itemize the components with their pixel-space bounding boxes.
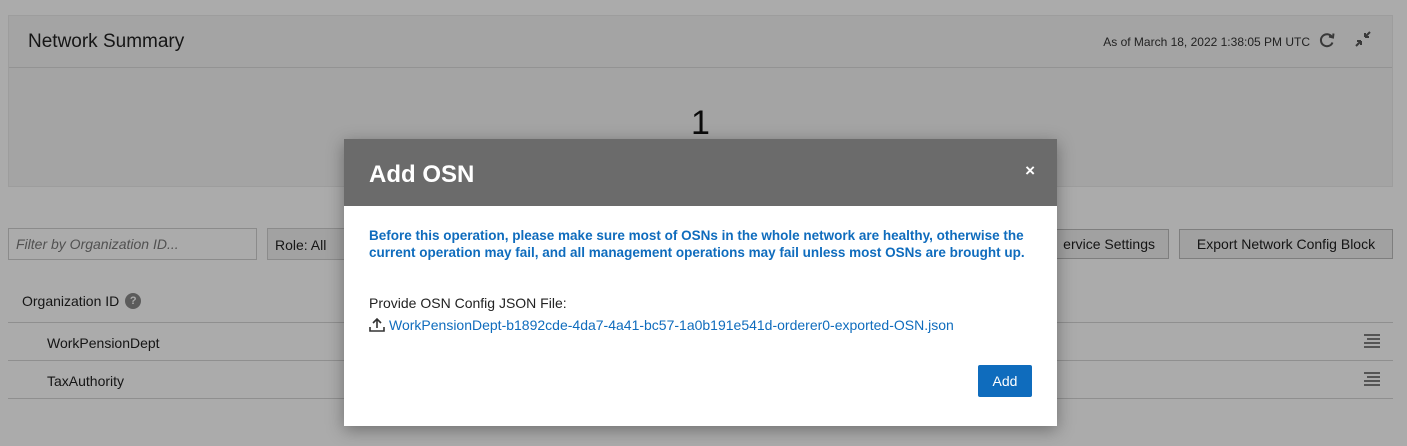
page: Network Summary As of March 18, 2022 1:3…: [0, 0, 1407, 446]
dialog-title: Add OSN: [369, 161, 475, 188]
selected-file-link[interactable]: WorkPensionDept-b1892cde-4da7-4a41-bc57-…: [389, 317, 954, 333]
dialog-warning-text: Before this operation, please make sure …: [369, 228, 1025, 260]
file-upload-row[interactable]: WorkPensionDept-b1892cde-4da7-4a41-bc57-…: [369, 317, 954, 333]
dialog-header: Add OSN ×: [344, 139, 1057, 206]
add-button[interactable]: Add: [978, 365, 1032, 397]
upload-icon[interactable]: [369, 317, 385, 333]
file-field-label: Provide OSN Config JSON File:: [369, 295, 567, 311]
add-osn-dialog: Add OSN × Before this operation, please …: [344, 139, 1057, 426]
close-icon[interactable]: ×: [1025, 161, 1035, 181]
